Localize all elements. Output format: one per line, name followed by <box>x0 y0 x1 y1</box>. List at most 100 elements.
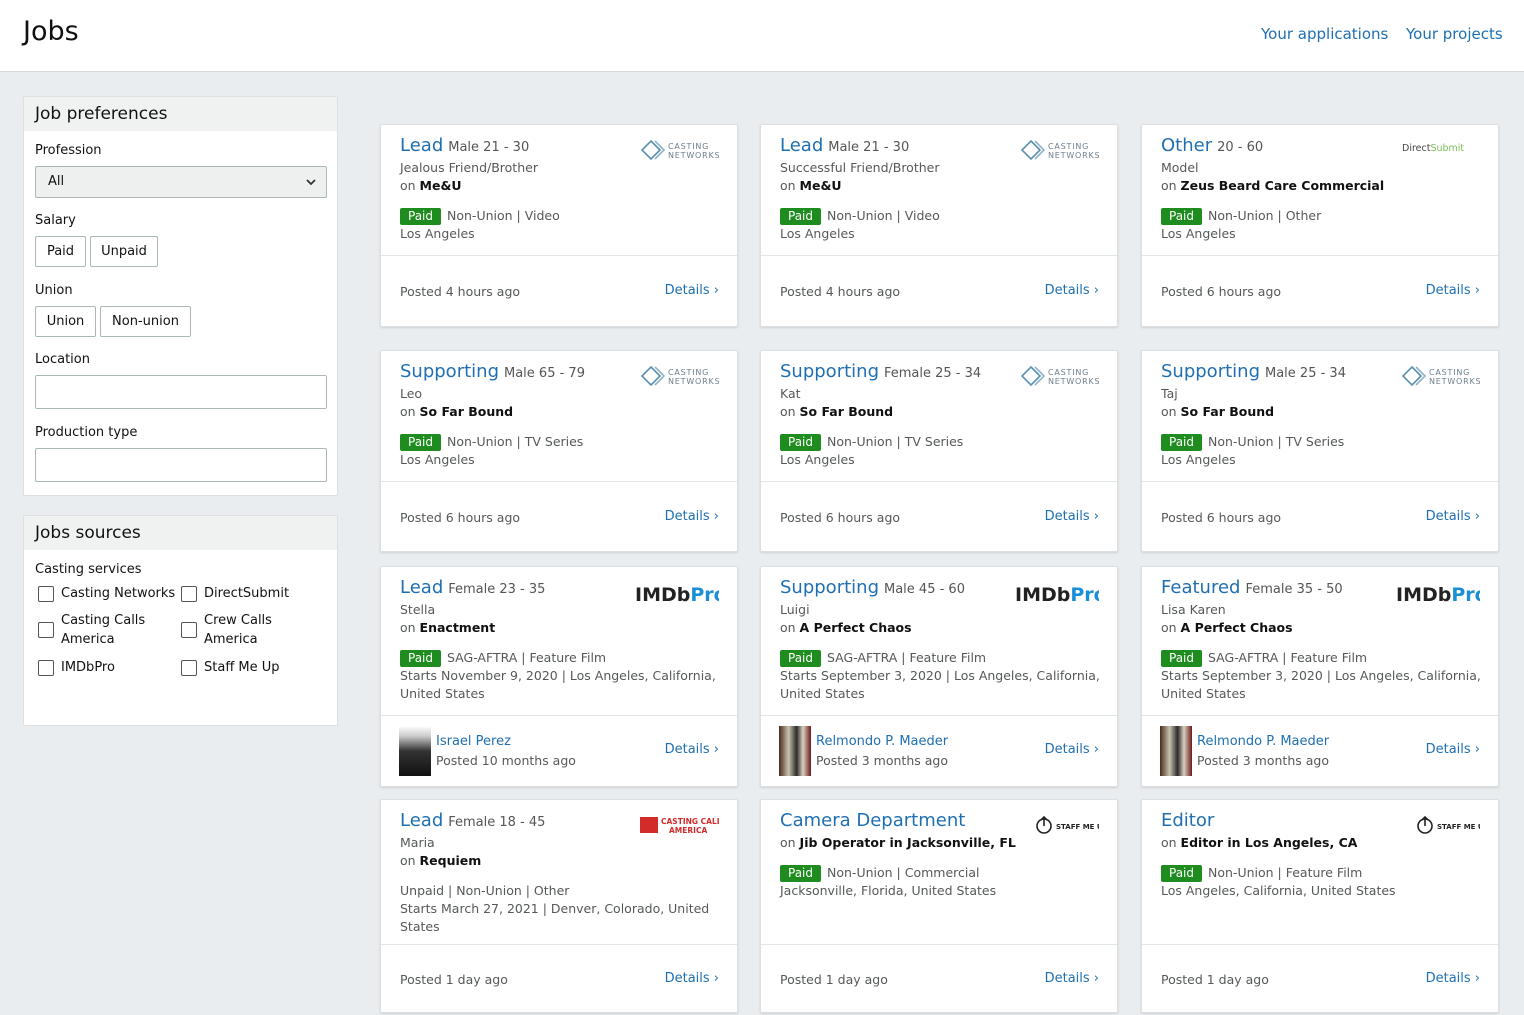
source-casting-calls-america[interactable]: Casting Calls America <box>38 611 178 649</box>
source-crew-calls-america[interactable]: Crew Calls America <box>181 611 321 649</box>
role-title[interactable]: Camera Department <box>780 810 965 831</box>
details-link[interactable]: Details › <box>665 509 719 524</box>
paid-badge: Paid <box>400 434 442 451</box>
details-link[interactable]: Details › <box>1045 742 1099 757</box>
svg-text:NETWORKS: NETWORKS <box>668 377 719 386</box>
role-title[interactable]: Lead <box>780 135 823 156</box>
tags-line: Paid SAG-AFTRA | Feature Film <box>780 649 1103 667</box>
paid-badge: Paid <box>400 650 442 667</box>
role-title[interactable]: Editor <box>1161 810 1214 831</box>
role-title[interactable]: Supporting <box>780 361 879 382</box>
source-logo: CASTING CALLSAMERICA <box>639 814 727 842</box>
checkbox[interactable] <box>38 659 54 676</box>
posted-time: Posted 6 hours ago <box>1161 284 1282 299</box>
role-title[interactable]: Other <box>1161 135 1212 156</box>
production-type-label: Production type <box>35 425 138 440</box>
svg-text:AMERICA: AMERICA <box>669 826 707 835</box>
your-applications-link[interactable]: Your applications <box>1261 25 1388 43</box>
details-link[interactable]: Details › <box>1426 971 1480 986</box>
poster-info: Relmondo P. Maeder Posted 3 months ago <box>816 732 948 770</box>
job-preferences-panel: Job preferences Profession All Salary Pa… <box>23 96 338 496</box>
job-tags: Non-Union | Feature Film <box>1208 865 1363 880</box>
role-title[interactable]: Supporting <box>400 361 499 382</box>
job-card[interactable]: Supporting Female 25 - 34 Kat on So Far Bou… <box>760 350 1118 552</box>
details-link[interactable]: Details › <box>1045 283 1099 298</box>
details-link[interactable]: Details › <box>665 971 719 986</box>
job-card[interactable]: Lead Female 23 - 35 Stella on Enactment Paid… <box>380 566 738 787</box>
svg-text:IMDbPro: IMDbPro <box>635 584 719 606</box>
poster-name[interactable]: Israel Perez <box>436 732 576 751</box>
project-name: Jib Operator in Jacksonville, FL <box>799 835 1016 850</box>
job-tags: Non-Union | TV Series <box>827 434 964 449</box>
checkbox[interactable] <box>38 585 54 602</box>
production-type-input[interactable] <box>35 448 327 482</box>
source-directsubmit[interactable]: DirectSubmit <box>181 584 289 603</box>
source-casting-networks[interactable]: Casting Networks <box>38 584 175 603</box>
job-tags: Non-Union | Video <box>827 208 940 223</box>
union-toggle[interactable]: Union <box>35 306 96 337</box>
posted-time: Posted 1 day ago <box>1161 972 1269 987</box>
checkbox[interactable] <box>181 622 197 638</box>
details-link[interactable]: Details › <box>1045 971 1099 986</box>
checkbox[interactable] <box>181 585 197 602</box>
casting-networks-logo: CASTINGNETWORKS <box>1401 365 1481 387</box>
poster-name[interactable]: Relmondo P. Maeder <box>1197 732 1329 751</box>
project-name: So Far Bound <box>1180 404 1275 419</box>
imdbpro-logo: IMDbPro <box>635 584 727 606</box>
tags-line: Paid Non-Union | Commercial <box>780 864 1103 882</box>
casting-networks-logo: CASTINGNETWORKS <box>1020 139 1100 161</box>
role-title[interactable]: Supporting <box>1161 361 1260 382</box>
checkbox[interactable] <box>181 659 197 676</box>
non-union-toggle[interactable]: Non-union <box>100 306 191 337</box>
poster-name[interactable]: Relmondo P. Maeder <box>816 732 948 751</box>
job-card[interactable]: Lead Male 21 - 30 Successful Friend/Brothe… <box>760 124 1118 327</box>
details-link[interactable]: Details › <box>665 742 719 757</box>
checkbox[interactable] <box>38 622 54 638</box>
role-title[interactable]: Lead <box>400 577 443 598</box>
project-name: A Perfect Chaos <box>1180 620 1293 635</box>
source-logo: CASTING NETWORKS <box>1020 139 1100 167</box>
job-tags: Non-Union | Other <box>1208 208 1322 223</box>
details-link[interactable]: Details › <box>1045 509 1099 524</box>
salary-unpaid-toggle[interactable]: Unpaid <box>90 236 158 267</box>
project-line: on Zeus Beard Care Commercial <box>1161 178 1385 193</box>
card-divider <box>381 944 737 945</box>
tags-line: Paid Non-Union | TV Series <box>780 433 1103 451</box>
job-card[interactable]: Lead Male 21 - 30 Jealous Friend/Brother on… <box>380 124 738 327</box>
role-title[interactable]: Featured <box>1161 577 1240 598</box>
posted-time: Posted 4 hours ago <box>780 284 901 299</box>
details-link[interactable]: Details › <box>1426 742 1480 757</box>
role-title[interactable]: Lead <box>400 135 443 156</box>
project-line: on A Perfect Chaos <box>780 620 912 635</box>
location-input[interactable] <box>35 375 327 409</box>
paid-badge: Paid <box>780 865 822 882</box>
project-line: on Me&U <box>400 178 462 193</box>
details-link[interactable]: Details › <box>1426 283 1480 298</box>
details-link[interactable]: Details › <box>665 283 719 298</box>
project-line: on Enactment <box>400 620 496 635</box>
svg-text:CASTING: CASTING <box>1048 142 1089 151</box>
card-divider <box>381 715 737 716</box>
job-card[interactable]: Supporting Male 25 - 34 Taj on So Far Bound… <box>1141 350 1499 552</box>
role-title[interactable]: Lead <box>400 810 443 831</box>
salary-paid-toggle[interactable]: Paid <box>35 236 86 267</box>
posted-time: Posted 10 months ago <box>436 753 576 768</box>
job-card[interactable]: Lead Female 18 - 45 Maria on Requiem Unpaid … <box>380 799 738 1013</box>
svg-text:CASTING: CASTING <box>1429 368 1470 377</box>
role-title[interactable]: Supporting <box>780 577 879 598</box>
details-link[interactable]: Details › <box>1426 509 1480 524</box>
job-card[interactable]: Camera Department on Jib Operator in Jack… <box>760 799 1118 1013</box>
your-projects-link[interactable]: Your projects <box>1406 25 1503 43</box>
job-start-location: Starts November 9, 2020 | Los Angeles, C… <box>400 668 716 701</box>
source-imdbpro[interactable]: IMDbPro <box>38 658 115 677</box>
job-card[interactable]: Supporting Male 45 - 60 Luigi on A Perfect … <box>760 566 1118 787</box>
job-card[interactable]: Featured Female 35 - 50 Lisa Karen on A Per… <box>1141 566 1499 787</box>
job-card[interactable]: Other 20 - 60 Model on Zeus Beard Care Comm… <box>1141 124 1499 327</box>
card-divider <box>761 255 1117 256</box>
job-card[interactable]: Supporting Male 65 - 79 Leo on So Far Bound… <box>380 350 738 552</box>
staff-me-up-logo: STAFF ME UP <box>1417 815 1489 834</box>
profession-select[interactable]: All <box>35 166 327 198</box>
job-card[interactable]: Editor on Editor in Los Angeles, CA Paid No… <box>1141 799 1499 1013</box>
casting-networks-logo: CASTINGNETWORKS <box>640 365 720 387</box>
source-staff-me-up[interactable]: Staff Me Up <box>181 658 280 677</box>
